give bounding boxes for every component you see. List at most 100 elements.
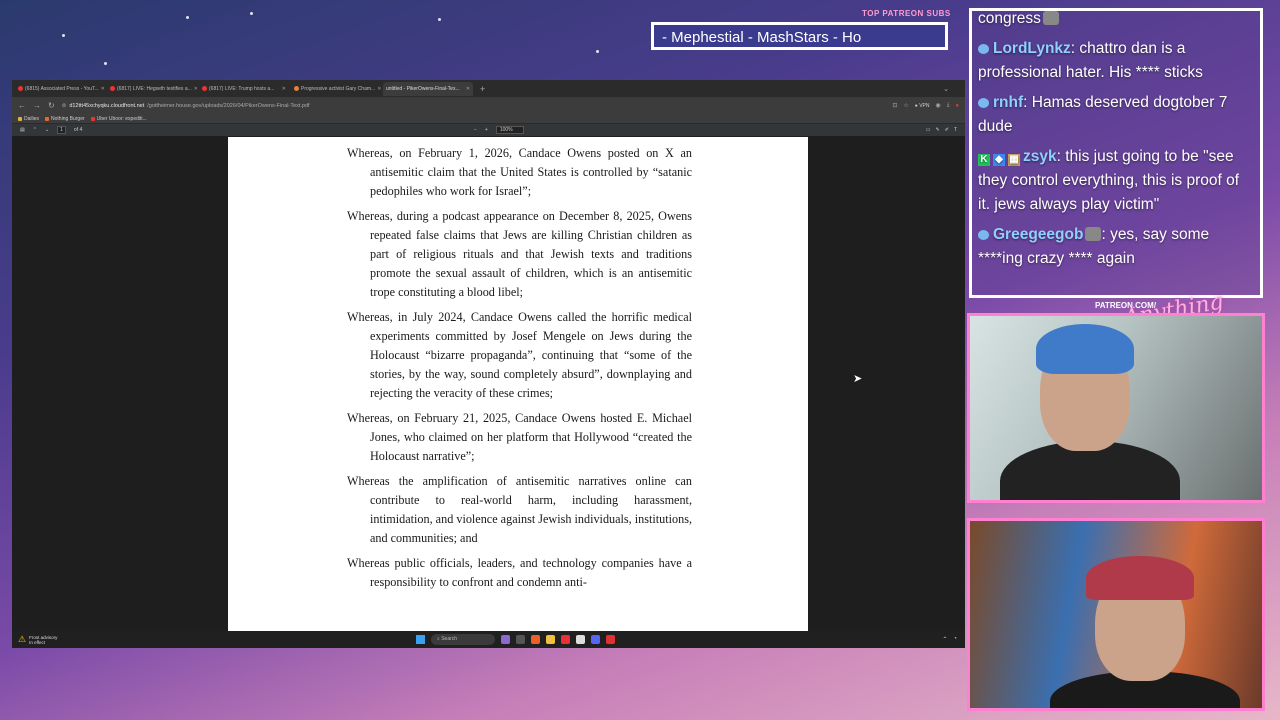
windows-start-icon[interactable] xyxy=(416,635,425,644)
bookmark-item[interactable]: Dailies xyxy=(18,116,39,122)
close-tab-icon[interactable]: ✕ xyxy=(282,86,286,92)
browser-tab[interactable]: (6815) Associated Press - YouT... ✕ xyxy=(15,82,105,96)
weather-line-1: Frost advisory xyxy=(29,634,58,640)
zoom-out-button[interactable]: − xyxy=(474,127,477,133)
browser-window: (6815) Associated Press - YouT... ✕ (6817… xyxy=(12,80,965,631)
bookmark-item[interactable]: Nothing Burger xyxy=(45,116,85,122)
taskview-icon[interactable] xyxy=(501,635,510,644)
tab-list-chevron-icon[interactable]: ⌄ xyxy=(943,85,965,93)
close-tab-icon[interactable]: ✕ xyxy=(377,86,381,92)
taskbar-search[interactable]: ⌕ Search xyxy=(431,634,495,645)
bookmark-item[interactable]: Uber Uboor: expediti... xyxy=(90,116,147,122)
url-field[interactable]: ⊜ d12ttt45xchyqku.cloudfront.net/gotthei… xyxy=(62,103,886,109)
browser-tab[interactable]: (6817) LIVE: Trump hosts a... ✕ xyxy=(199,82,289,96)
kick-badge-icon: K xyxy=(978,154,990,166)
warning-icon: ⚠ xyxy=(18,634,27,644)
webcam-host-1 xyxy=(967,313,1265,503)
page-number-input[interactable]: 1 xyxy=(57,126,66,134)
whereas-clause: Whereas public officials, leaders, and t… xyxy=(347,556,692,589)
site-info-icon[interactable]: ⊜ xyxy=(62,103,67,109)
youtube-icon xyxy=(202,86,207,91)
person-silhouette xyxy=(1086,556,1194,600)
next-page-icon[interactable]: ⌄ xyxy=(45,127,49,133)
whereas-clause: Whereas, in July 2024, Candace Owens cal… xyxy=(347,310,692,400)
tab-bar: (6815) Associated Press - YouT... ✕ (6817… xyxy=(12,80,965,97)
close-tab-icon[interactable]: ✕ xyxy=(194,86,197,92)
whereas-clause: Whereas, during a podcast appearance on … xyxy=(347,209,692,299)
draw-icon[interactable]: ✐ xyxy=(945,127,949,133)
prev-page-icon[interactable]: ⌃ xyxy=(33,127,37,133)
whereas-clause: Whereas the amplification of antisemitic… xyxy=(347,474,692,545)
download-icon[interactable]: ⤓ xyxy=(947,102,950,109)
text-tool-icon[interactable]: T xyxy=(954,127,957,133)
youtube-icon xyxy=(18,86,23,91)
back-arrow-icon[interactable]: ← xyxy=(18,101,26,110)
network-icon[interactable]: ◔ xyxy=(953,636,957,643)
browser-tab-active[interactable]: untitled - PikerOwens-Final-Tex... ✕ xyxy=(383,81,473,96)
reload-icon[interactable]: ↻ xyxy=(48,101,55,110)
emote-icon xyxy=(1085,227,1102,241)
vpn-icon: ● xyxy=(914,102,918,109)
vpn-button[interactable]: ● VPN xyxy=(915,103,930,109)
windows-taskbar: ⚠ Frost advisory In effect ⌕ Search ⌃ ◔ xyxy=(12,631,965,648)
site-icon xyxy=(45,116,50,121)
sub-badge-icon: ◆ xyxy=(993,154,1005,166)
webcam-host-2 xyxy=(967,518,1265,711)
close-tab-icon[interactable]: ✕ xyxy=(101,86,105,92)
zoom-select[interactable]: 100% xyxy=(495,126,524,134)
chat-bubble-icon xyxy=(978,44,989,54)
discord-icon[interactable] xyxy=(591,635,600,644)
stream-chat: congress LordLynkz: chattro dan is a pro… xyxy=(969,8,1263,298)
person-silhouette xyxy=(1036,324,1134,374)
tray-chevron-icon[interactable]: ⌃ xyxy=(942,636,947,643)
menu-icon[interactable]: ● xyxy=(955,103,959,109)
whereas-clause: Whereas, on February 21, 2025, Candace O… xyxy=(347,411,692,463)
page-total: of 4 xyxy=(73,127,83,133)
bookmarks-bar: Dailies Nothing Burger Uber Uboor: exped… xyxy=(12,114,965,124)
bookmark-star-icon[interactable]: ☆ xyxy=(903,102,908,109)
sidebar-toggle-icon[interactable]: ▤ xyxy=(20,127,25,133)
highlight-icon[interactable]: ✎ xyxy=(936,127,940,133)
weather-widget[interactable]: ⚠ Frost advisory In effect xyxy=(12,635,57,645)
install-app-icon[interactable]: ⊡ xyxy=(892,102,897,109)
search-icon: ⌕ xyxy=(437,636,440,642)
chat-message: congress xyxy=(978,11,1254,31)
obs-icon[interactable] xyxy=(606,635,615,644)
browser-app-icon[interactable] xyxy=(531,635,540,644)
app-icon[interactable] xyxy=(576,635,585,644)
zoom-in-button[interactable]: + xyxy=(485,127,488,133)
pdf-page: Whereas, on February 1, 2026, Candace Ow… xyxy=(228,137,808,631)
chat-username: LordLynkz xyxy=(993,40,1071,57)
document-text: Whereas, on February 1, 2026, Candace Ow… xyxy=(347,144,692,598)
comment-icon[interactable]: ▭ xyxy=(926,127,931,133)
whereas-clause: Whereas, on February 1, 2026, Candace Ow… xyxy=(347,146,692,198)
mouse-cursor-icon: ➤ xyxy=(853,373,863,385)
forward-arrow-icon[interactable]: → xyxy=(33,101,41,110)
app-icon[interactable] xyxy=(561,635,570,644)
app-icon[interactable] xyxy=(516,635,525,644)
file-explorer-icon[interactable] xyxy=(546,635,555,644)
chat-message: LordLynkz: chattro dan is a professional… xyxy=(978,40,1203,81)
close-tab-icon[interactable]: ✕ xyxy=(466,86,470,92)
url-host: d12ttt45xchyqku.cloudfront.net xyxy=(69,102,145,109)
chat-username: rnhf xyxy=(993,94,1024,111)
patreon-subs-label: TOP PATREON SUBS xyxy=(862,9,951,18)
folder-icon xyxy=(18,116,22,121)
youtube-icon xyxy=(110,86,115,91)
patreon-ticker: - Mephestial - MashStars - Ho xyxy=(651,22,948,50)
new-tab-button[interactable]: + xyxy=(475,84,490,94)
emote-icon xyxy=(1042,11,1059,25)
extension-icon[interactable]: ◉ xyxy=(935,102,940,109)
url-path: /gottheimer.house.gov/uploads/2026/04/Pi… xyxy=(147,102,310,109)
address-bar-row: ← → ↻ ⊜ d12ttt45xchyqku.cloudfront.net/g… xyxy=(12,97,965,114)
browser-tab[interactable]: Progressive activist Gary Cham... ✕ xyxy=(291,82,381,96)
browser-tab[interactable]: (6817) LIVE: Hegseth testifies a... ✕ xyxy=(107,82,197,96)
chat-message: Greegeegob: yes, say some ****ing crazy … xyxy=(978,226,1210,267)
patron-badge-icon: ▦ xyxy=(1008,154,1020,166)
pdf-viewer[interactable]: Whereas, on February 1, 2026, Candace Ow… xyxy=(12,137,965,631)
weather-line-2: In effect xyxy=(29,639,46,645)
pdf-toolbar: ▤ ⌃ ⌄ 1 of 4 − + 100% ▭ ✎ ✐ T xyxy=(12,124,965,136)
site-icon xyxy=(90,116,95,121)
chat-bubble-icon xyxy=(978,98,989,108)
chat-username: Greegeegob xyxy=(993,226,1084,243)
